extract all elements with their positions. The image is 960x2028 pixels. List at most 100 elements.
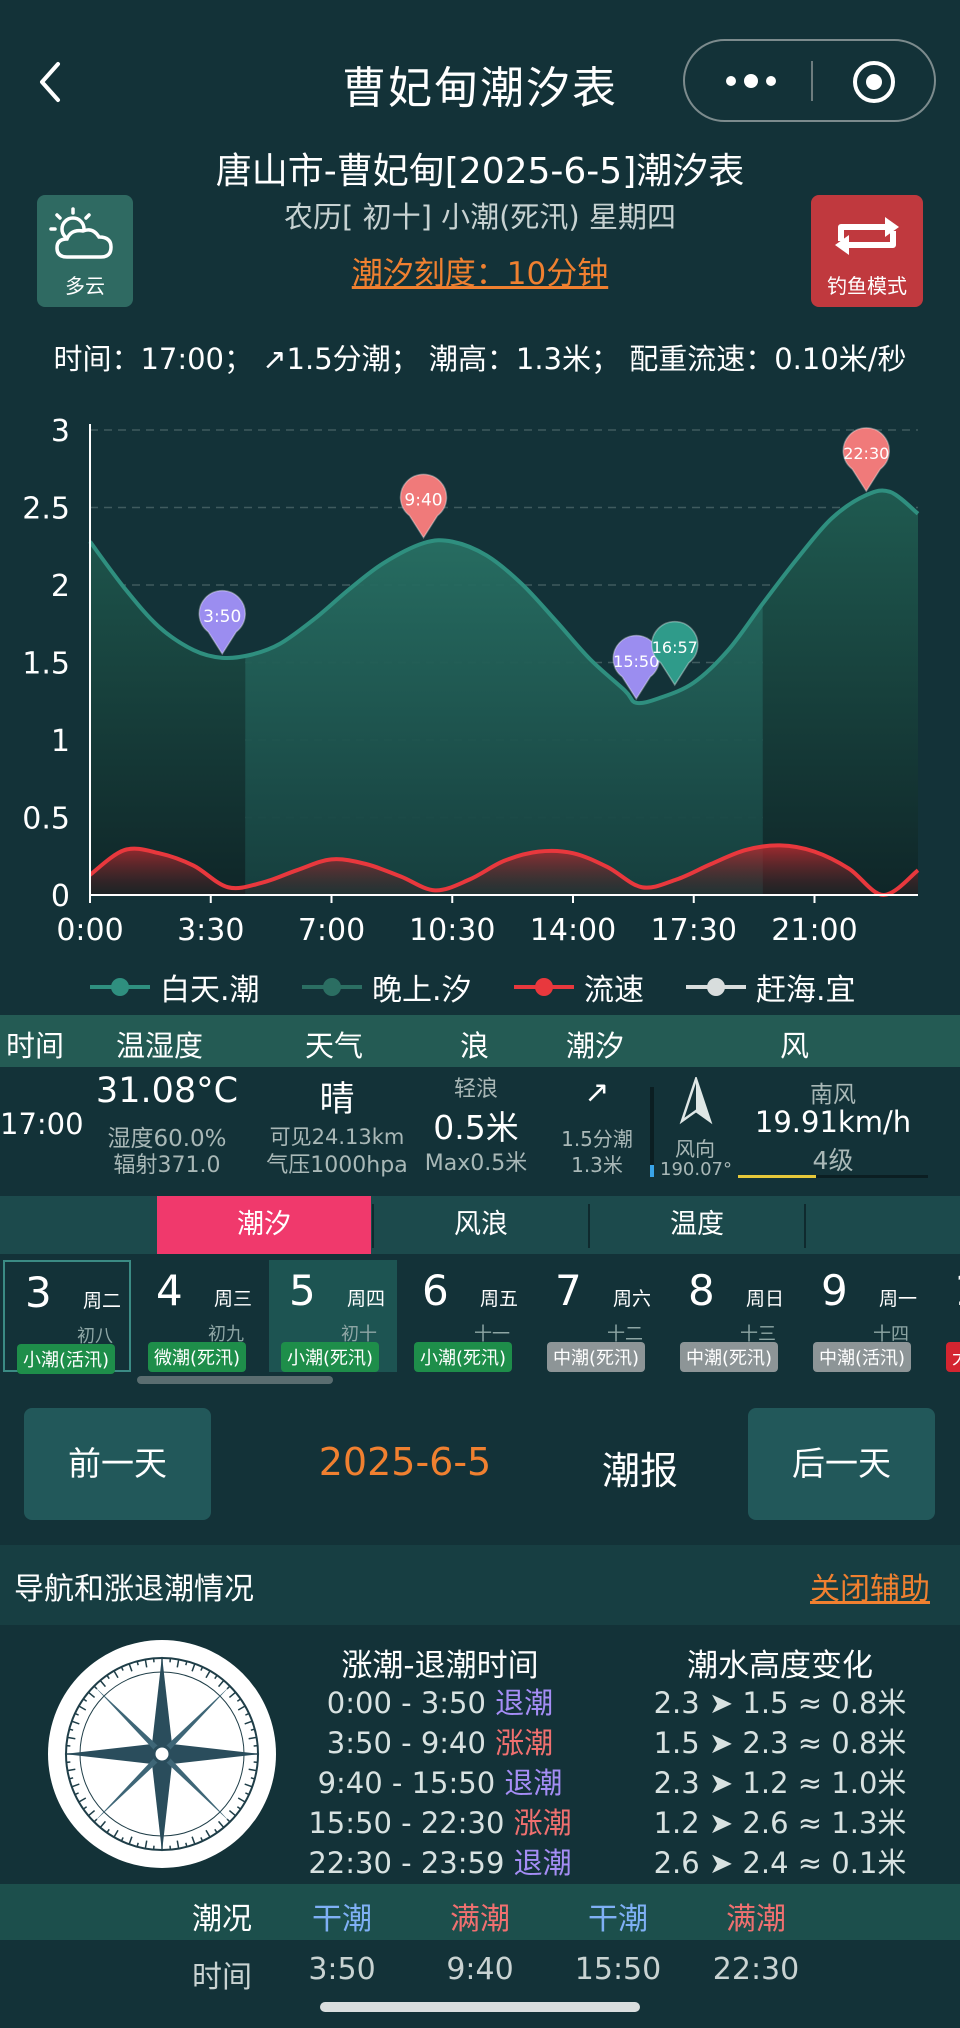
calendar-scrollbar[interactable] bbox=[137, 1376, 333, 1384]
weather-value: 晴 bbox=[319, 1080, 355, 1120]
more-icon[interactable] bbox=[721, 71, 781, 91]
weather-button[interactable]: 多云 bbox=[37, 195, 133, 307]
summary-time: 3:50 bbox=[308, 1952, 376, 1987]
calendar-day[interactable]: 9 周一 十四 中潮(活汛) bbox=[801, 1260, 929, 1372]
x-tick-label: 14:00 bbox=[530, 913, 616, 948]
tide-height-column-title: 潮水高度变化 bbox=[687, 1648, 873, 1684]
data-tabs: 潮汐 风浪 温度 bbox=[0, 1196, 960, 1254]
col-time: 时间 bbox=[6, 1029, 65, 1063]
section-title: 导航和涨退潮情况 bbox=[14, 1572, 254, 1607]
tide-period-type: 退潮 bbox=[504, 1766, 563, 1800]
legend-beachcombing-swatch bbox=[686, 978, 746, 996]
tide-period: 22:30 - 23:59 退潮 bbox=[300, 1840, 580, 1882]
day-weekday: 周三 bbox=[214, 1288, 253, 1310]
repeat-icon bbox=[835, 217, 899, 255]
calendar-day[interactable]: 4 周三 初九 微潮(死汛) bbox=[136, 1260, 264, 1372]
tide-direction-arrow: ↗ bbox=[584, 1075, 610, 1110]
day-weekday: 周五 bbox=[480, 1288, 519, 1310]
date-calendar-strip[interactable]: 3 周二 初八 小潮(活汛) 4 周三 初九 微潮(死汛) 5 周四 初十 小潮(死汛) 6 周五 十一 小潮… bbox=[0, 1256, 960, 1378]
legend-beachcombing-label: 赶海.宜 bbox=[756, 973, 856, 1008]
tide-time-marker[interactable]: 3:50 bbox=[198, 589, 246, 656]
tide-time-marker[interactable]: 22:30 bbox=[842, 427, 890, 493]
fishing-mode-label: 钓鱼模式 bbox=[827, 274, 907, 298]
tab-wind-wave[interactable]: 风浪 bbox=[374, 1196, 588, 1254]
pressure: 气压1000hpa bbox=[266, 1153, 408, 1178]
tide-height-change: 2.3 ➤ 1.2 ≈ 1.0米 bbox=[653, 1766, 907, 1800]
summary-state: 满潮 bbox=[450, 1902, 510, 1937]
radiation: 辐射371.0 bbox=[113, 1153, 221, 1178]
compass-tick bbox=[185, 1661, 188, 1666]
tide-period: 9:40 - 15:50 退潮 bbox=[300, 1760, 580, 1802]
tide-type-badge: 微潮(死汛) bbox=[148, 1342, 247, 1372]
next-day-button[interactable]: 后一天 bbox=[748, 1408, 935, 1520]
tab-tide[interactable]: 潮汐 bbox=[157, 1196, 371, 1254]
tide-period-type: 退潮 bbox=[513, 1846, 572, 1880]
tide-height-change: 2.3 ➤ 1.5 ≈ 0.8米 bbox=[653, 1686, 907, 1720]
wave-height: 0.5米 bbox=[433, 1108, 519, 1147]
calendar-day[interactable]: 1大 bbox=[934, 1260, 960, 1372]
tide-summary-row: 潮况 干潮 满潮 干潮 满潮 bbox=[0, 1884, 960, 1940]
wind-direction-label: 风向 bbox=[675, 1137, 715, 1161]
cloudy-icon bbox=[49, 207, 113, 259]
tide-time-marker[interactable]: 9:40 bbox=[399, 473, 448, 539]
day-number: 5 bbox=[289, 1266, 316, 1315]
legend-current-speed[interactable]: 流速 bbox=[514, 962, 644, 1012]
marker-label: 22:30 bbox=[843, 444, 889, 463]
calendar-day[interactable]: 7 周六 十二 中潮(死汛) bbox=[535, 1260, 663, 1372]
tide-summary-times: 时间 3:50 9:40 15:50 22:30 bbox=[0, 1942, 960, 1998]
wind-name: 南风 bbox=[810, 1082, 856, 1108]
x-tick-label: 10:30 bbox=[409, 913, 495, 948]
tide-height-change: 2.6 ➤ 2.4 ≈ 0.1米 bbox=[653, 1846, 907, 1880]
x-tick-label: 0:00 bbox=[56, 913, 123, 948]
y-tick-label: 0 bbox=[51, 879, 70, 914]
day-weekday: 周二 bbox=[83, 1290, 122, 1312]
summary-state: 干潮 bbox=[312, 1902, 372, 1937]
calendar-day[interactable]: 6 周五 十一 小潮(死汛) bbox=[402, 1260, 530, 1372]
calendar-day[interactable]: 5 周四 初十 小潮(死汛) bbox=[269, 1260, 397, 1372]
tide-height-value: 1.3米 bbox=[571, 1153, 623, 1177]
day-weekday: 周一 bbox=[879, 1288, 918, 1310]
legend-beachcombing[interactable]: 赶海.宜 bbox=[686, 962, 856, 1012]
day-number: 4 bbox=[156, 1266, 183, 1315]
close-target-icon[interactable] bbox=[851, 59, 897, 105]
weather-label: 多云 bbox=[65, 274, 105, 298]
calendar-day[interactable]: 8 周日 十三 中潮(死汛) bbox=[668, 1260, 796, 1372]
tide-report-link[interactable]: 潮报 bbox=[590, 1440, 690, 1495]
y-tick-label: 3 bbox=[51, 414, 70, 449]
wind-level-fill bbox=[738, 1175, 816, 1178]
tide-period-range: 15:50 - 22:30 bbox=[308, 1806, 505, 1840]
close-assist-link[interactable]: 关闭辅助 bbox=[810, 1564, 930, 1608]
location-title: 唐山市-曹妃甸[2025-6-5]潮汐表 bbox=[215, 151, 745, 192]
legend-night-tide[interactable]: 晚上.汐 bbox=[302, 962, 472, 1012]
tab-temperature[interactable]: 温度 bbox=[590, 1196, 804, 1254]
summary-state: 满潮 bbox=[726, 1902, 786, 1937]
tide-time-marker[interactable]: 16:57 bbox=[651, 620, 699, 687]
tide-period-range: 3:50 - 9:40 bbox=[326, 1726, 486, 1760]
marker-label: 16:57 bbox=[652, 638, 698, 657]
marker-label: 9:40 bbox=[404, 491, 442, 511]
calendar-day[interactable]: 3 周二 初八 小潮(活汛) bbox=[3, 1260, 131, 1374]
tide-period-range: 22:30 - 23:59 bbox=[308, 1846, 505, 1880]
prev-day-button[interactable]: 前一天 bbox=[24, 1408, 211, 1520]
legend-night-tide-label: 晚上.汐 bbox=[372, 973, 472, 1008]
tide-type-badge: 中潮(活汛) bbox=[813, 1342, 912, 1372]
wind-direction-degree: 190.07° bbox=[660, 1159, 732, 1180]
day-number: 7 bbox=[555, 1266, 582, 1315]
wave-level: 轻浪 bbox=[453, 1077, 498, 1102]
tide-height-change: 1.5 ➤ 2.3 ≈ 0.8米 bbox=[653, 1726, 907, 1760]
wave-max: Max0.5米 bbox=[424, 1151, 528, 1176]
fishing-mode-button[interactable]: 钓鱼模式 bbox=[811, 195, 923, 307]
y-tick-label: 1 bbox=[51, 724, 70, 759]
tide-phase: 1.5分潮 bbox=[561, 1127, 633, 1151]
summary-time: 9:40 bbox=[446, 1952, 514, 1987]
summary-state: 干潮 bbox=[588, 1902, 648, 1937]
wind-level-bar bbox=[738, 1175, 928, 1178]
tide-chart[interactable]: 3 2.5 2 1.5 1 0.5 00:00 3:30 7:00 10:30 14:00 17:30… bbox=[0, 400, 960, 960]
tide-period-type: 退潮 bbox=[495, 1686, 554, 1720]
col-wave: 浪 bbox=[460, 1029, 490, 1063]
x-tick-label: 21:00 bbox=[771, 913, 857, 948]
wind-bar bbox=[650, 1087, 654, 1177]
legend-day-tide[interactable]: 白天.潮 bbox=[90, 962, 260, 1012]
tide-type-badge: 小潮(活汛) bbox=[17, 1344, 116, 1374]
tide-period-type: 涨潮 bbox=[495, 1726, 554, 1760]
